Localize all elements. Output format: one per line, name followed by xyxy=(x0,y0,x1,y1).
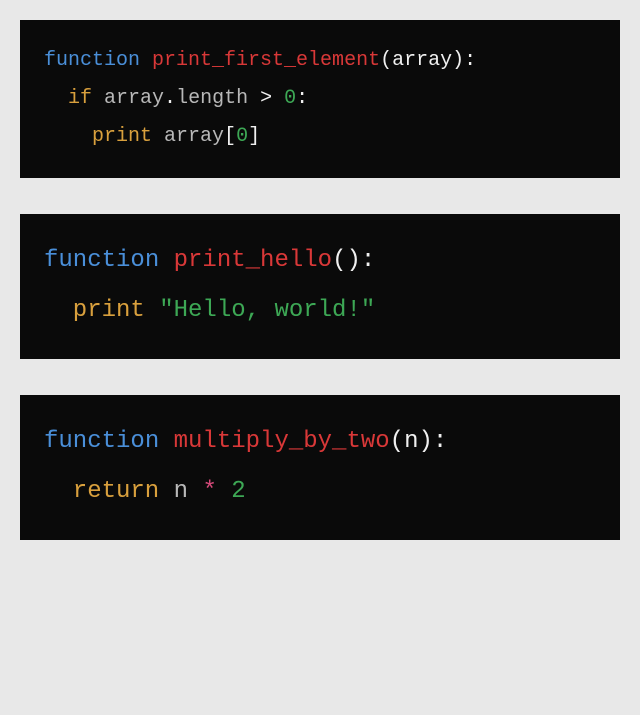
code-token: : xyxy=(296,87,308,110)
code-token: if xyxy=(68,87,92,110)
code-line: function print_first_element(array): xyxy=(44,42,596,80)
code-line: function print_hello(): xyxy=(44,236,596,286)
code-token: print xyxy=(92,125,152,148)
code-token: ( xyxy=(332,247,346,274)
code-token: [ xyxy=(224,125,236,148)
code-token: . xyxy=(164,87,176,110)
code-token: ( xyxy=(380,49,392,72)
code-token: array xyxy=(164,125,224,148)
code-token: print xyxy=(73,297,145,324)
code-token: multiply_by_two xyxy=(174,428,390,455)
code-token: array xyxy=(392,49,452,72)
code-token: return xyxy=(73,478,159,505)
code-token: function xyxy=(44,428,159,455)
code-token: : xyxy=(464,49,476,72)
code-line: return n * 2 xyxy=(44,467,596,517)
code-token xyxy=(188,478,202,505)
code-token: ) xyxy=(346,247,360,274)
code-token xyxy=(159,247,173,274)
code-token xyxy=(92,87,104,110)
code-token: n xyxy=(404,428,418,455)
code-token xyxy=(159,428,173,455)
code-token: : xyxy=(361,247,375,274)
code-token: print_hello xyxy=(174,247,332,274)
code-token: 2 xyxy=(231,478,245,505)
code-token xyxy=(217,478,231,505)
code-token xyxy=(140,49,152,72)
code-line: if array.length > 0: xyxy=(44,80,596,118)
code-block: function print_hello():print "Hello, wor… xyxy=(20,214,620,359)
code-line: function multiply_by_two(n): xyxy=(44,417,596,467)
code-token xyxy=(248,87,260,110)
code-token xyxy=(145,297,159,324)
code-token: ( xyxy=(390,428,404,455)
code-line: print array[0] xyxy=(44,118,596,156)
code-token: "Hello, world!" xyxy=(159,297,375,324)
code-token: ) xyxy=(418,428,432,455)
code-token: 0 xyxy=(284,87,296,110)
code-token: function xyxy=(44,49,140,72)
code-block: function multiply_by_two(n):return n * 2 xyxy=(20,395,620,540)
code-token: length xyxy=(176,87,248,110)
code-token xyxy=(152,125,164,148)
code-token xyxy=(159,478,173,505)
code-token xyxy=(272,87,284,110)
code-token: print_first_element xyxy=(152,49,380,72)
code-line: print "Hello, world!" xyxy=(44,286,596,336)
code-token: 0 xyxy=(236,125,248,148)
code-token: : xyxy=(433,428,447,455)
code-token: n xyxy=(174,478,188,505)
code-token: function xyxy=(44,247,159,274)
code-token: array xyxy=(104,87,164,110)
code-block: function print_first_element(array):if a… xyxy=(20,20,620,178)
code-token: ] xyxy=(248,125,260,148)
code-token: ) xyxy=(452,49,464,72)
code-token: * xyxy=(202,478,216,505)
code-token: > xyxy=(260,87,272,110)
